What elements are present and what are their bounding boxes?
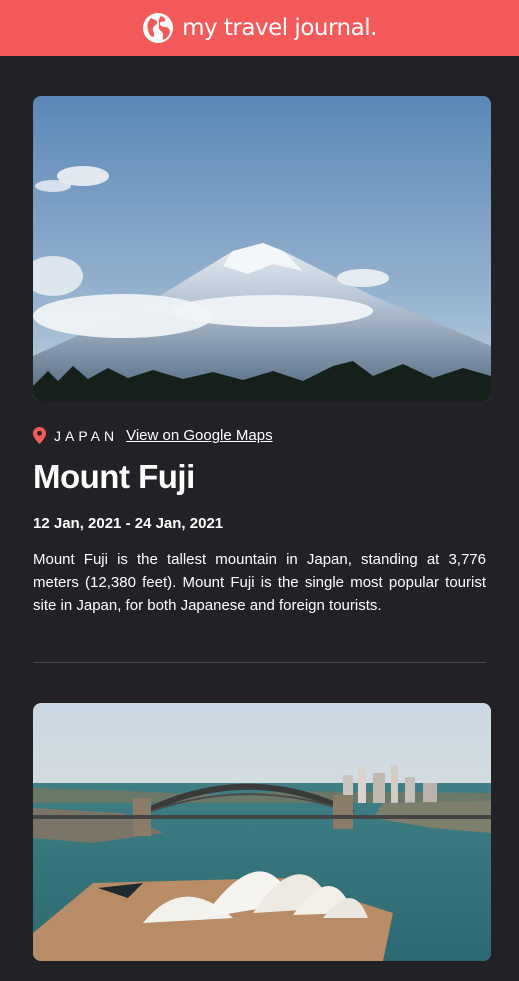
map-pin-icon	[33, 427, 46, 444]
trip-dates: 12 Jan, 2021 - 24 Jan, 2021	[33, 515, 224, 532]
app-title: my travel journal.	[182, 15, 377, 41]
sydney-opera-house-photo	[33, 703, 491, 961]
location-row: JAPAN View on Google Maps	[33, 427, 486, 444]
app-header: my travel journal.	[0, 0, 519, 56]
journal-entry	[0, 663, 519, 961]
mount-fuji-photo	[33, 96, 491, 401]
entry-description: Mount Fuji is the tallest mountain in Ja…	[33, 551, 486, 614]
google-maps-link[interactable]: View on Google Maps	[126, 427, 272, 444]
journal-entry: JAPAN View on Google Maps Mount Fuji 12 …	[0, 56, 519, 617]
entry-title: Mount Fuji	[33, 458, 195, 495]
globe-icon	[143, 13, 174, 43]
country-label: JAPAN	[54, 427, 119, 444]
